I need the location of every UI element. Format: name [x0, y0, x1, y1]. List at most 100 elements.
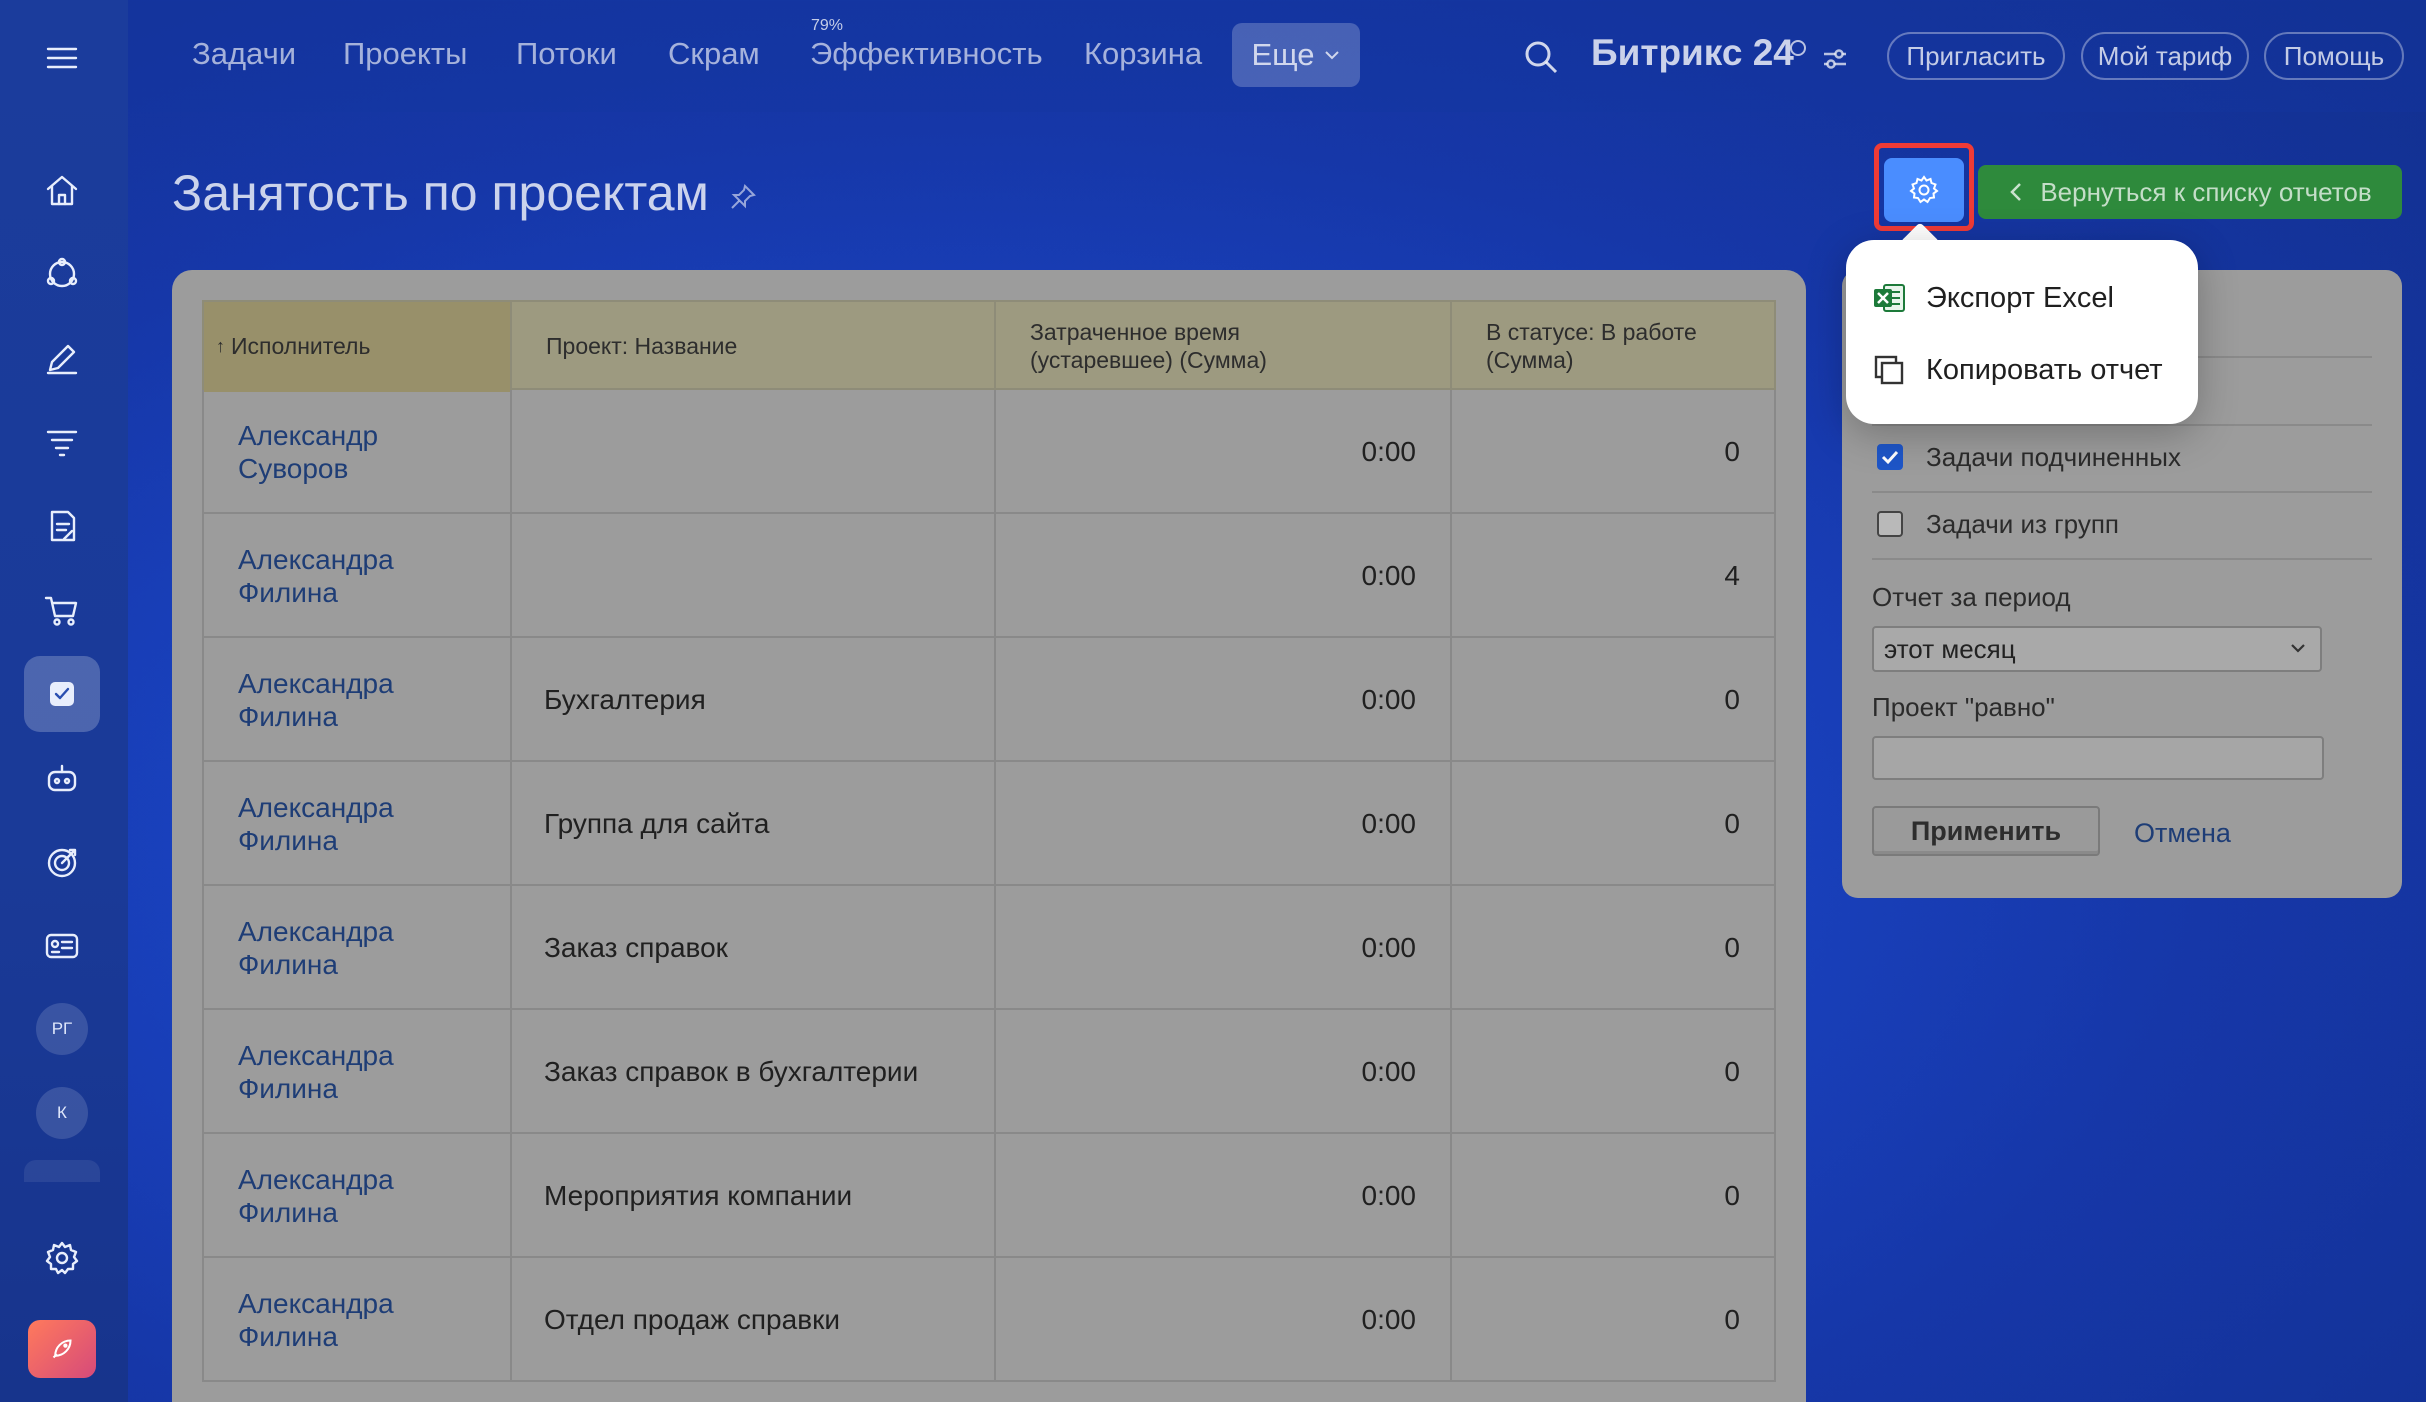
avatar[interactable]: К [36, 1087, 88, 1139]
performer-name-line: Александр [238, 419, 379, 451]
performer-name-line: Филина [238, 577, 338, 608]
apply-button[interactable]: Применить [1872, 806, 2100, 856]
in-progress-cell: 0 [1724, 1180, 1740, 1211]
sidebar-divider [24, 1160, 100, 1182]
menu-icon[interactable] [24, 20, 100, 96]
column-header-performer[interactable]: ↑ Исполнитель [204, 302, 510, 392]
project-filter-input[interactable] [1872, 736, 2324, 780]
back-button-label: Вернуться к списку отчетов [2040, 176, 2372, 207]
contact-card-icon[interactable] [24, 908, 100, 984]
invite-button[interactable]: Пригласить [1887, 32, 2065, 80]
performer-name-line: Филина [238, 1197, 338, 1228]
nav-tasks[interactable]: Задачи [192, 36, 296, 72]
performer-name: Александра Филина [238, 1287, 394, 1353]
table-row: Александра Филина Заказ справок в бухгалте… [202, 1010, 1776, 1134]
menu-item-label: Экспорт Excel [1926, 281, 2114, 314]
column-divider [1450, 1258, 1452, 1382]
column-divider [994, 514, 996, 638]
column-divider [994, 886, 996, 1010]
search-icon[interactable] [1522, 38, 1560, 76]
table-row: Александра Филина Отдел продаж справки 0:00… [202, 1258, 1776, 1382]
subordinates-checkbox[interactable] [1877, 444, 1903, 470]
left-sidebar: РГ К [0, 0, 128, 1402]
performer-name-line: Александра [238, 791, 394, 823]
home-icon[interactable] [24, 152, 100, 228]
performer-link[interactable]: Александра Филина [204, 886, 510, 1010]
nav-more-button[interactable]: Еще [1232, 23, 1360, 87]
rocket-icon[interactable] [28, 1320, 96, 1378]
time-cell: 0:00 [1361, 1056, 1417, 1087]
table-row: Александра Филина Мероприятия компании 0:00… [202, 1134, 1776, 1258]
groups-checkbox[interactable] [1877, 511, 1903, 537]
period-select[interactable]: этот месяц [1872, 626, 2322, 672]
in-progress-cell: 0 [1724, 808, 1740, 839]
table-row: Александра Филина 0:00 4 [202, 514, 1776, 638]
performer-link[interactable]: Александра Филина [204, 1134, 510, 1258]
nav-scrum[interactable]: Скрам [668, 36, 760, 72]
column-divider [1450, 638, 1452, 762]
period-select-value: этот месяц [1884, 633, 2016, 664]
column-divider [510, 886, 512, 1010]
nav-flows[interactable]: Потоки [516, 36, 617, 72]
excel-icon [1874, 284, 1905, 312]
gear-icon[interactable] [24, 1220, 100, 1296]
menu-item-label: Копировать отчет [1926, 353, 2163, 386]
performer-name-line: Суворов [238, 453, 349, 484]
document-icon[interactable] [24, 488, 100, 564]
column-divider [510, 762, 512, 886]
cancel-link[interactable]: Отмена [2134, 818, 2231, 849]
settings-gear-button[interactable] [1884, 158, 1964, 222]
performer-link[interactable]: Александра Филина [204, 1010, 510, 1134]
tasks-icon[interactable] [24, 656, 100, 732]
cart-icon[interactable] [24, 572, 100, 648]
in-progress-cell: 0 [1724, 1056, 1740, 1087]
subordinates-label: Задачи подчиненных [1926, 442, 2181, 472]
project-cell: Отдел продаж справки [544, 1304, 840, 1335]
column-header-project[interactable]: Проект: Название [510, 302, 994, 392]
performer-name-line: Александра [238, 1287, 394, 1319]
target-icon[interactable] [24, 824, 100, 900]
avatar[interactable]: РГ [36, 1003, 88, 1055]
nav-trash[interactable]: Корзина [1084, 36, 1202, 72]
column-divider [994, 1010, 996, 1134]
performer-link[interactable]: Александра Филина [204, 638, 510, 762]
performer-link[interactable]: Александр Суворов [204, 390, 510, 514]
my-tariff-button[interactable]: Мой тариф [2081, 32, 2249, 80]
feed-icon[interactable] [24, 320, 100, 396]
in-progress-cell: 0 [1724, 436, 1740, 467]
period-label: Отчет за период [1872, 582, 2071, 612]
menu-item-export-excel[interactable]: Экспорт Excel [1872, 272, 2114, 324]
crm-icon[interactable] [24, 236, 100, 312]
nav-projects[interactable]: Проекты [343, 36, 467, 72]
divider [1872, 491, 2372, 493]
column-divider [994, 1134, 996, 1258]
performer-link[interactable]: Александра Филина [204, 1258, 510, 1382]
in-progress-cell: 0 [1724, 932, 1740, 963]
performer-name: Александра Филина [238, 915, 394, 981]
performer-link[interactable]: Александра Филина [204, 514, 510, 638]
performer-name-line: Филина [238, 1073, 338, 1104]
pin-icon[interactable] [728, 182, 758, 212]
divider [1872, 558, 2372, 560]
performer-name-line: Филина [238, 949, 338, 980]
robot-icon[interactable] [24, 740, 100, 816]
back-to-reports-button[interactable]: Вернуться к списку отчетов [1978, 165, 2402, 219]
time-cell: 0:00 [1361, 436, 1417, 467]
column-divider [510, 390, 512, 514]
settings-sliders-icon[interactable] [1820, 44, 1850, 74]
table-row: Александра Филина Группа для сайта 0:00 0 [202, 762, 1776, 886]
brand-logo[interactable]: Битрикс 24 [1591, 32, 1794, 74]
efficiency-badge: 79% [811, 17, 844, 34]
column-header-in-progress[interactable]: В статусе: В работе (Сумма) [1450, 302, 1776, 392]
nav-efficiency[interactable]: Эффективность [810, 36, 1043, 72]
project-cell: Группа для сайта [544, 808, 770, 839]
performer-link[interactable]: Александра Филина [204, 762, 510, 886]
funnel-icon[interactable] [24, 404, 100, 480]
project-cell: Заказ справок в бухгалтерии [544, 1056, 919, 1087]
column-header-time[interactable]: Затраченное время (устаревшее) (Сумма) [994, 302, 1450, 392]
time-cell: 0:00 [1361, 1304, 1417, 1335]
menu-item-copy-report[interactable]: Копировать отчет [1872, 344, 2163, 396]
help-button[interactable]: Помощь [2264, 32, 2404, 80]
column-divider [1450, 1134, 1452, 1258]
column-divider [510, 1134, 512, 1258]
